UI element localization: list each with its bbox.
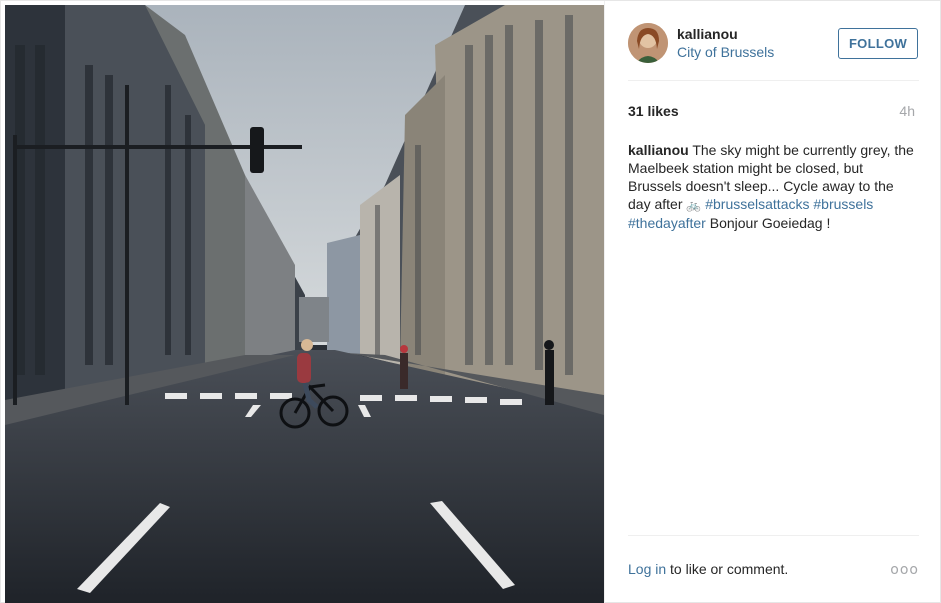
hashtag-brusselsattacks[interactable]: #brusselsattacks	[705, 196, 809, 212]
post-footer: Log in to like or comment. ooo	[628, 535, 919, 585]
hashtag-thedayafter[interactable]: #thedayafter	[628, 215, 706, 231]
likes-count[interactable]: 31 likes	[628, 103, 679, 119]
hashtag-brussels[interactable]: #brussels	[813, 196, 873, 212]
post-side-panel: kallianou City of Brussels FOLLOW 31 lik…	[604, 1, 941, 603]
caption-author[interactable]: kallianou	[628, 142, 689, 158]
more-options-icon[interactable]: ooo	[890, 562, 919, 578]
post-photo[interactable]	[5, 5, 604, 603]
post-location[interactable]: City of Brussels	[677, 44, 774, 60]
bicycle-emoji-icon: 🚲	[686, 198, 702, 212]
post-time-ago[interactable]: 4h	[899, 103, 915, 119]
caption-text-end: Bonjour Goeiedag !	[709, 215, 831, 231]
login-prompt-text: to like or comment.	[670, 561, 789, 577]
avatar[interactable]	[628, 23, 668, 63]
post-header: kallianou City of Brussels FOLLOW	[628, 21, 919, 81]
login-prompt: Log in to like or comment.	[628, 561, 788, 577]
post-username[interactable]: kallianou	[677, 26, 738, 42]
login-link[interactable]: Log in	[628, 561, 666, 577]
instagram-post-card: kallianou City of Brussels FOLLOW 31 lik…	[0, 0, 941, 603]
follow-button[interactable]: FOLLOW	[838, 28, 918, 59]
street-photo-illustration	[5, 5, 604, 603]
post-caption: kallianou The sky might be currently gre…	[628, 141, 918, 232]
